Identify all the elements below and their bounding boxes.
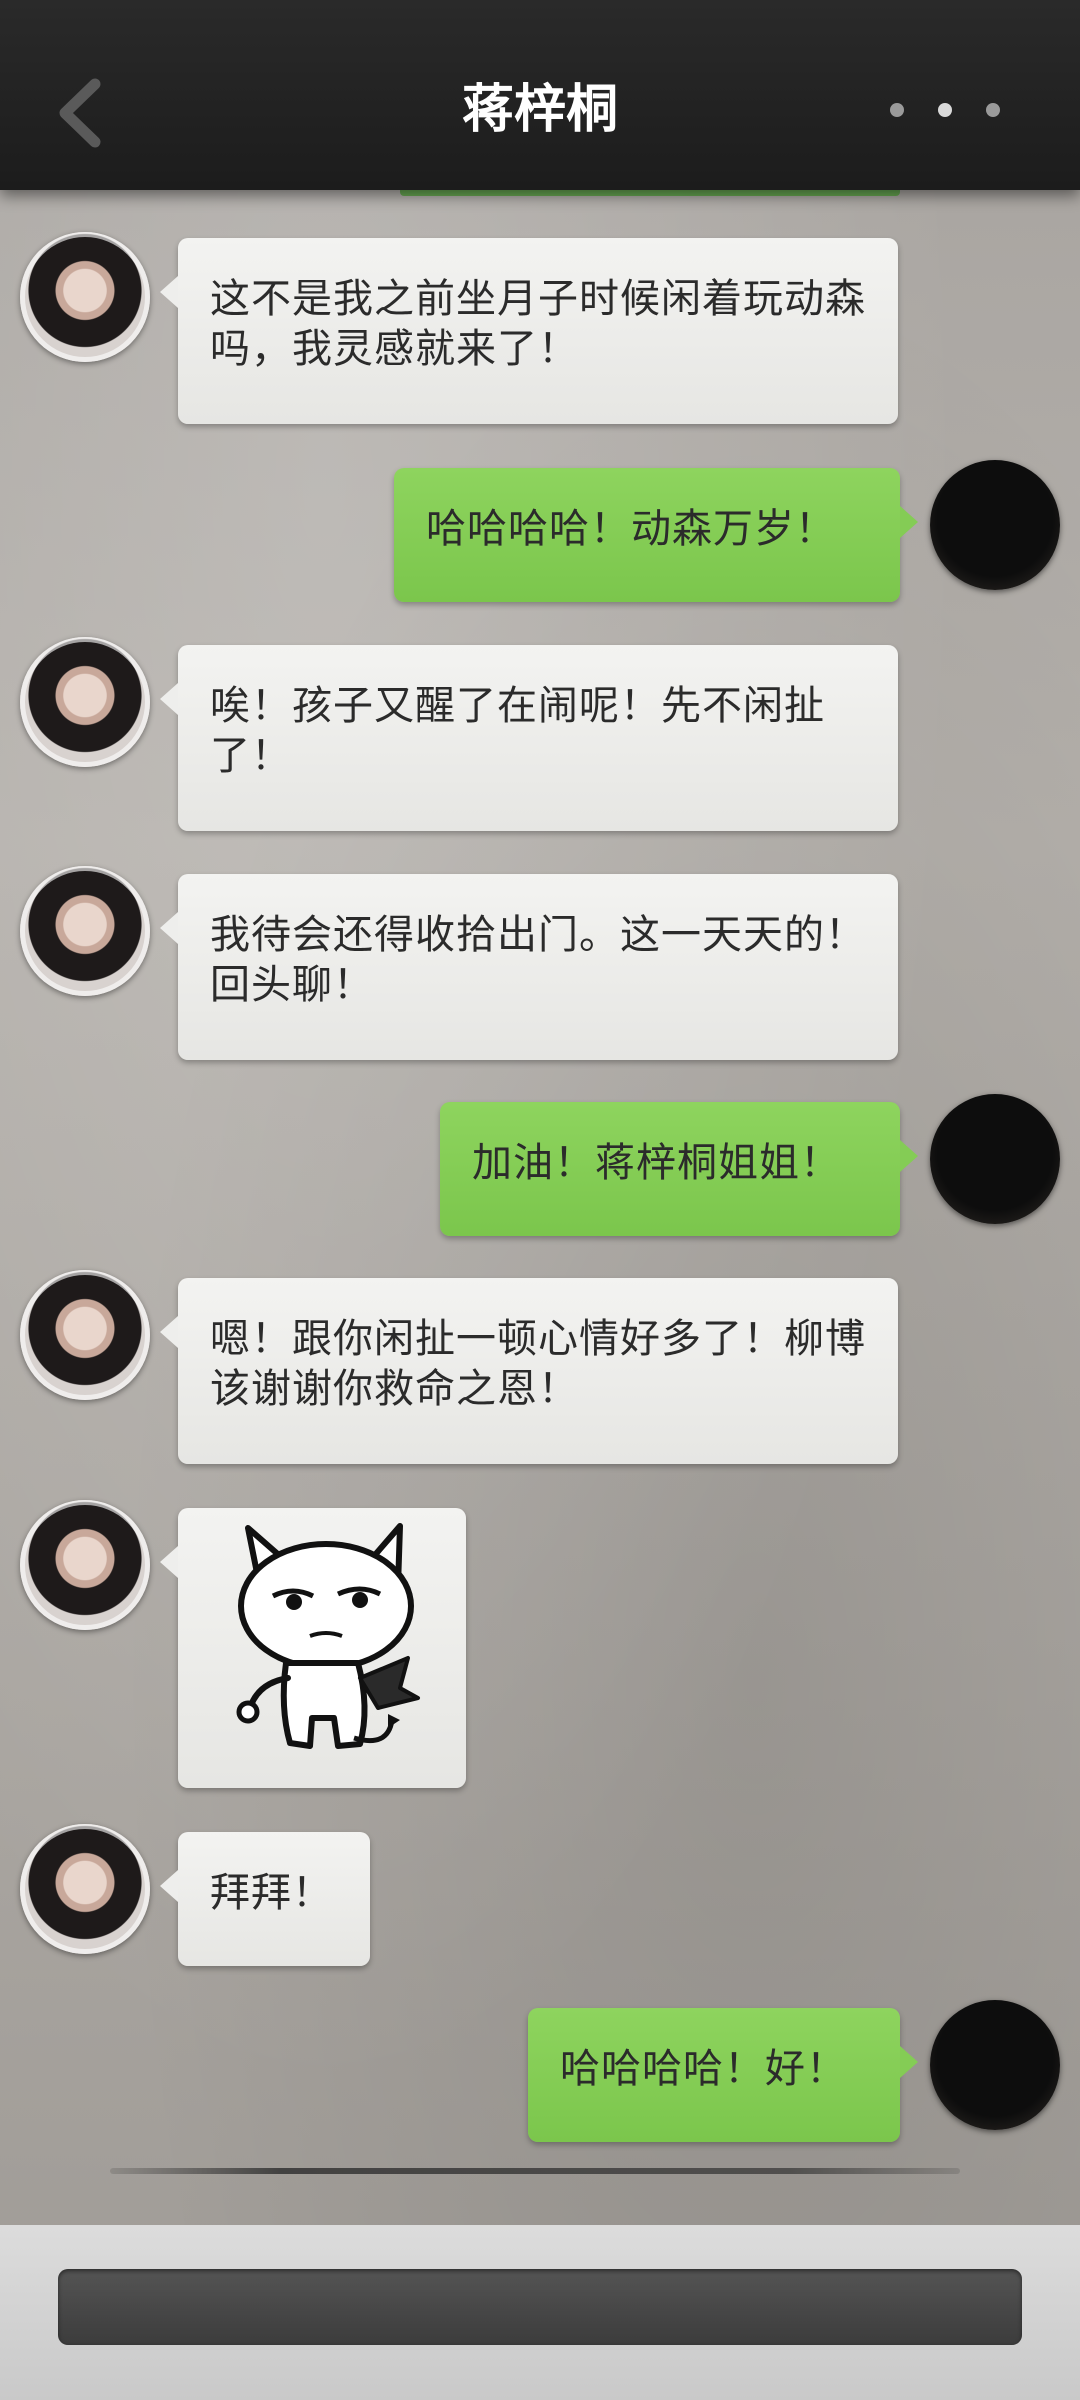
message-text: 哈哈哈哈！好！ <box>560 2046 847 2092</box>
message-bubble[interactable]: 唉！孩子又醒了在闹呢！先不闲扯了！ <box>160 645 898 831</box>
more-dots-icon <box>986 103 1000 117</box>
message-bubble[interactable]: 嗯！跟你闲扯一顿心情好多了！柳博该谢谢你救命之恩！ <box>160 1278 898 1464</box>
message-bubble[interactable]: 拜拜！ <box>160 1832 370 1966</box>
sticker-bubble[interactable] <box>160 1508 466 1788</box>
message-text: 这不是我之前坐月子时候闲着玩动森吗，我灵感就来了！ <box>210 276 866 372</box>
message-text: 加油！蒋梓桐姐姐！ <box>472 1140 841 1186</box>
contact-avatar[interactable] <box>20 1824 150 1954</box>
more-dots-icon <box>890 103 904 117</box>
contact-avatar[interactable] <box>20 1270 150 1400</box>
top-bar: 蒋梓桐 <box>0 0 1080 190</box>
more-options-button[interactable] <box>890 95 1000 125</box>
bottom-input-bar <box>0 2225 1080 2400</box>
message-text: 嗯！跟你闲扯一顿心情好多了！柳博该谢谢你救命之恩！ <box>210 1316 866 1412</box>
my-avatar[interactable] <box>930 460 1060 590</box>
message-bubble[interactable]: 我待会还得收拾出门。这一天天的！回头聊！ <box>160 874 898 1060</box>
contact-avatar[interactable] <box>20 637 150 767</box>
my-avatar[interactable] <box>930 1094 1060 1224</box>
contact-avatar[interactable] <box>20 232 150 362</box>
my-avatar[interactable] <box>930 2000 1060 2130</box>
chat-end-divider <box>110 2168 960 2174</box>
message-bubble[interactable]: 加油！蒋梓桐姐姐！ <box>440 1102 918 1236</box>
message-bubble[interactable]: 哈哈哈哈！好！ <box>528 2008 918 2142</box>
message-text: 哈哈哈哈！动森万岁！ <box>426 506 836 552</box>
more-dots-icon <box>938 103 952 117</box>
message-text: 唉！孩子又醒了在闹呢！先不闲扯了！ <box>210 683 825 779</box>
devil-cat-sticker <box>236 1523 420 1749</box>
message-bubble[interactable]: 这不是我之前坐月子时候闲着玩动森吗，我灵感就来了！ <box>160 238 898 424</box>
contact-avatar[interactable] <box>20 1500 150 1630</box>
contact-avatar[interactable] <box>20 866 150 996</box>
chat-screen: 蒋梓桐 这不是我之前坐月子时候闲着玩动森吗，我灵感就来了！ 哈哈哈哈！动森万岁！… <box>0 0 1080 2400</box>
message-text: 我待会还得收拾出门。这一天天的！回头聊！ <box>210 912 866 1008</box>
message-input[interactable] <box>58 2269 1022 2345</box>
message-text: 拜拜！ <box>210 1870 333 1916</box>
message-bubble[interactable]: 哈哈哈哈！动森万岁！ <box>394 468 918 602</box>
